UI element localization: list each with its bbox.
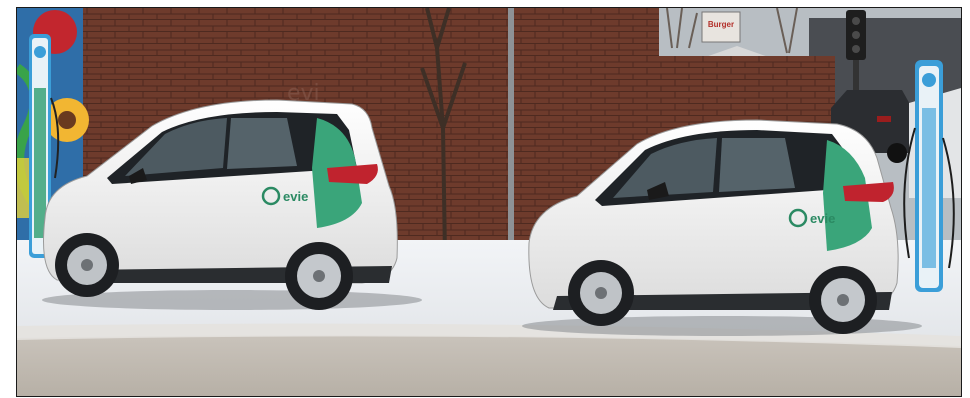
photo-frame: Burger evi evie evie [16,7,962,397]
street-road [17,335,961,396]
sign-text: Burger [708,20,734,29]
utility-pole [508,8,514,244]
evie-brand-right: evie [810,211,835,226]
street-scene-photo: Burger evi evie evie [17,8,961,396]
evie-brand-left: evie [283,189,308,204]
roadside-sign: Burger [701,11,741,43]
